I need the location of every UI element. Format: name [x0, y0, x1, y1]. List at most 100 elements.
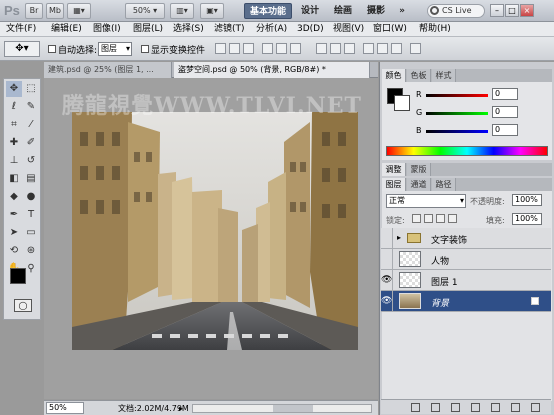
layer-visibility-toggle[interactable]	[381, 249, 393, 269]
menu-analysis[interactable]: 分析(A)	[256, 22, 287, 37]
fill-input[interactable]: 100%	[512, 213, 542, 225]
gradient-tool-icon[interactable]: ▤	[23, 171, 39, 187]
add-mask-icon[interactable]	[451, 403, 460, 412]
align-left-icon[interactable]	[262, 43, 273, 54]
tab-swatches[interactable]: 色板	[407, 69, 431, 82]
eyedropper-tool-icon[interactable]: ⁄	[23, 117, 39, 133]
tab-document-daomeng[interactable]: 盗梦空间.psd @ 50% (背景, RGB/8#) *	[174, 62, 370, 78]
more-workspaces-button[interactable]: »	[396, 3, 408, 19]
align-hcenter-icon[interactable]	[276, 43, 287, 54]
menu-image[interactable]: 图像(I)	[93, 22, 121, 37]
status-menu-arrow-icon[interactable]: ▸	[179, 404, 183, 413]
workspace-photography[interactable]: 摄影	[364, 3, 388, 19]
layer-row-renwu[interactable]: 人物	[381, 249, 551, 270]
channel-b-slider[interactable]	[426, 130, 488, 133]
color-background-swatch[interactable]	[394, 95, 410, 111]
blur-tool-icon[interactable]: ◆	[6, 189, 22, 205]
menu-3d[interactable]: 3D(D)	[297, 22, 324, 37]
menu-help[interactable]: 帮助(H)	[419, 22, 451, 37]
workspace-painting[interactable]: 绘画	[331, 3, 355, 19]
eraser-tool-icon[interactable]: ◧	[6, 171, 22, 187]
minimize-button[interactable]: –	[490, 4, 504, 17]
tab-document-jianzhu[interactable]: 建筑.psd @ 25% (图层 1, ...	[44, 62, 172, 78]
close-button[interactable]: ×	[520, 4, 534, 17]
workspace-essentials[interactable]: 基本功能	[244, 3, 292, 19]
tab-masks[interactable]: 蒙版	[407, 163, 431, 176]
blend-mode-dropdown[interactable]: 正常 ▾	[386, 194, 466, 208]
canvas-area[interactable]: 腾龍視覺WWW.TLVI.NET	[44, 78, 378, 399]
tool-preset-picker[interactable]: ✥▾	[4, 41, 40, 57]
workspace-design[interactable]: 设计	[298, 3, 322, 19]
distribute-right-icon[interactable]	[391, 43, 402, 54]
cs-live-button[interactable]: CS Live	[427, 4, 485, 18]
3d-rotate-tool-icon[interactable]: ⟲	[6, 243, 22, 259]
quick-mask-icon[interactable]: ◯	[14, 299, 32, 312]
lock-all-icon[interactable]	[448, 214, 457, 223]
menu-file[interactable]: 文件(F)	[6, 22, 36, 37]
distribute-hcenter-icon[interactable]	[377, 43, 388, 54]
shape-tool-icon[interactable]: ▭	[23, 225, 39, 241]
3d-orbit-tool-icon[interactable]: ⊛	[23, 243, 39, 259]
maximize-button[interactable]: □	[505, 4, 519, 17]
layer-row-layer1[interactable]: 👁 图层 1	[381, 270, 551, 291]
adjustment-layer-icon[interactable]	[471, 403, 480, 412]
brush-tool-icon[interactable]: ✐	[23, 135, 39, 151]
distribute-bottom-icon[interactable]	[344, 43, 355, 54]
zoom-level-select[interactable]: 50% ▾	[125, 3, 165, 19]
layer-row-background-selected[interactable]: 👁 背景	[381, 291, 551, 312]
delete-layer-icon[interactable]	[531, 403, 540, 412]
lock-transparent-icon[interactable]	[412, 214, 421, 223]
group-expand-arrow-icon[interactable]: ▸	[397, 233, 401, 242]
channel-r-slider[interactable]	[426, 94, 488, 97]
distribute-left-icon[interactable]	[363, 43, 374, 54]
path-selection-tool-icon[interactable]: ➤	[6, 225, 22, 241]
new-group-icon[interactable]	[491, 403, 500, 412]
view-extras-button[interactable]: ▦▾	[67, 3, 91, 19]
tab-paths[interactable]: 路径	[432, 178, 456, 191]
tab-layers[interactable]: 图层	[382, 178, 406, 191]
tab-channels[interactable]: 通道	[407, 178, 431, 191]
channel-g-slider[interactable]	[426, 112, 488, 115]
foreground-color-swatch[interactable]	[10, 268, 26, 284]
link-layers-icon[interactable]	[411, 403, 420, 412]
pen-tool-icon[interactable]: ✒	[6, 207, 22, 223]
auto-align-icon[interactable]	[410, 43, 421, 54]
align-right-icon[interactable]	[290, 43, 301, 54]
arrange-documents-button[interactable]: ▥▾	[170, 3, 194, 19]
bridge-button[interactable]: Br	[25, 3, 43, 19]
channel-r-input[interactable]: 0	[492, 88, 518, 100]
quick-selection-tool-icon[interactable]: ✎	[23, 99, 39, 115]
move-tool-icon[interactable]: ✥	[6, 81, 22, 97]
status-zoom-field[interactable]: 50%	[46, 402, 84, 414]
new-layer-icon[interactable]	[511, 403, 520, 412]
screen-mode-button[interactable]: ▣▾	[200, 3, 224, 19]
align-bottom-icon[interactable]	[243, 43, 254, 54]
menu-window[interactable]: 窗口(W)	[373, 22, 407, 37]
menu-layer[interactable]: 图层(L)	[133, 22, 163, 37]
tab-color[interactable]: 颜色	[382, 69, 406, 82]
history-brush-tool-icon[interactable]: ↺	[23, 153, 39, 169]
eye-icon[interactable]: 👁	[381, 291, 393, 311]
eye-icon[interactable]: 👁	[381, 270, 393, 290]
layer-style-icon[interactable]	[431, 403, 440, 412]
tab-adjustments[interactable]: 调整	[382, 163, 406, 176]
auto-select-target-dropdown[interactable]: 图层 ▾	[98, 42, 132, 56]
horizontal-scrollbar[interactable]	[192, 404, 372, 413]
clone-stamp-tool-icon[interactable]: ⊥	[6, 153, 22, 169]
channel-b-input[interactable]: 0	[492, 124, 518, 136]
lasso-tool-icon[interactable]: ℓ	[6, 99, 22, 115]
document-canvas[interactable]	[72, 112, 358, 350]
show-transform-checkbox[interactable]	[141, 45, 149, 53]
tab-styles[interactable]: 样式	[432, 69, 456, 82]
minibridge-button[interactable]: Mb	[46, 3, 64, 19]
menu-view[interactable]: 视图(V)	[333, 22, 364, 37]
menu-filter[interactable]: 滤镜(T)	[214, 22, 245, 37]
marquee-tool-icon[interactable]: ⬚	[23, 81, 39, 97]
scrollbar-thumb[interactable]	[273, 405, 313, 412]
layer-visibility-toggle[interactable]	[381, 228, 393, 248]
dodge-tool-icon[interactable]: ●	[23, 189, 39, 205]
align-top-icon[interactable]	[215, 43, 226, 54]
channel-g-input[interactable]: 0	[492, 106, 518, 118]
healing-brush-tool-icon[interactable]: ✚	[6, 135, 22, 151]
opacity-input[interactable]: 100%	[512, 194, 542, 206]
